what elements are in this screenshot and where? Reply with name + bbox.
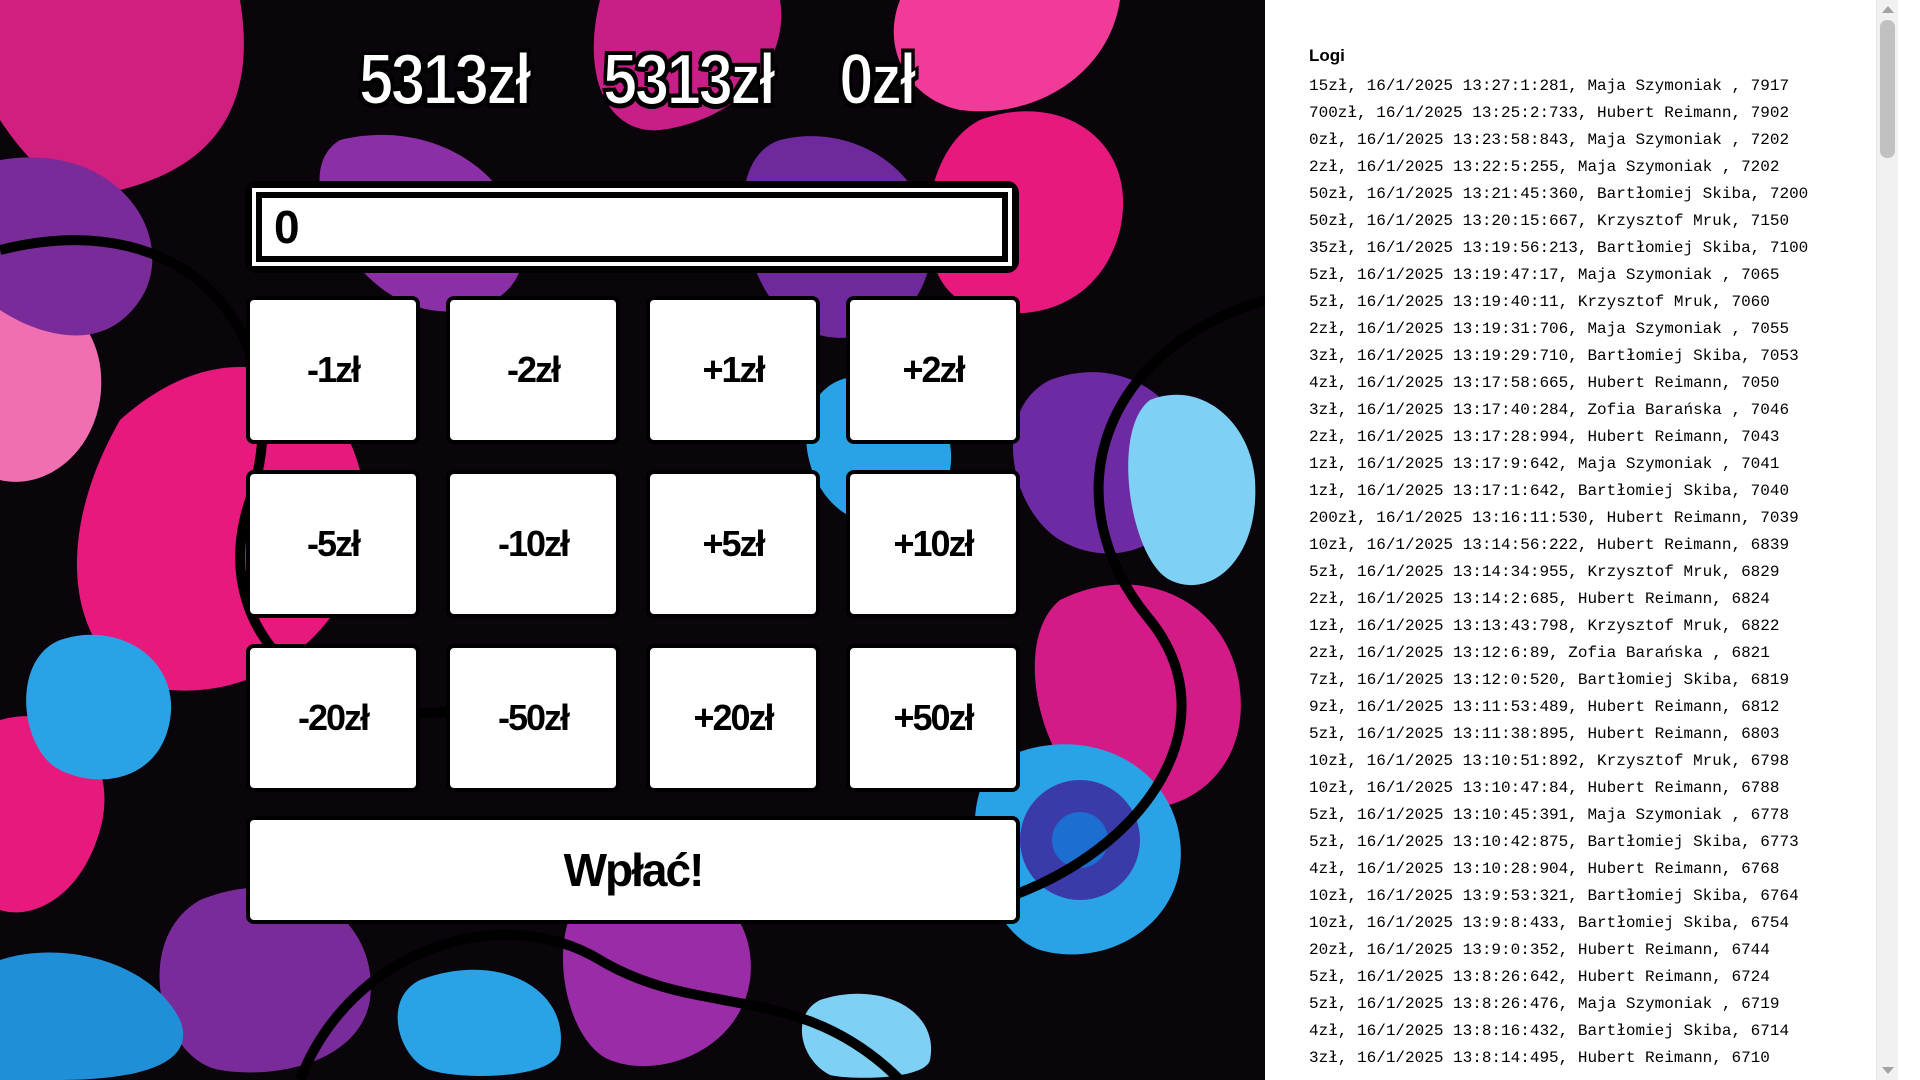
log-entry: 2zł, 16/1/2025 13:17:28:994, Hubert Reim… <box>1309 428 1780 446</box>
minus-20-button[interactable]: -20zł <box>246 644 420 792</box>
log-entry: 2zł, 16/1/2025 13:12:6:89, Zofia Barańsk… <box>1309 644 1770 662</box>
log-entry: 20zł, 16/1/2025 13:9:0:352, Hubert Reima… <box>1309 941 1770 959</box>
log-entry: 5zł, 16/1/2025 13:19:40:11, Krzysztof Mr… <box>1309 293 1770 311</box>
logs-list: 15zł, 16/1/2025 13:27:1:281, Maja Szymon… <box>1309 73 1808 1072</box>
logs-panel: Logi 15zł, 16/1/2025 13:27:1:281, Maja S… <box>1265 0 1898 1080</box>
log-entry: 5zł, 16/1/2025 13:11:38:895, Hubert Reim… <box>1309 725 1780 743</box>
total-balance-3: 0zł <box>838 39 917 121</box>
log-entry: 5zł, 16/1/2025 13:8:26:642, Hubert Reima… <box>1309 968 1770 986</box>
log-entry: 1zł, 16/1/2025 13:17:9:642, Maja Szymoni… <box>1309 455 1780 473</box>
log-entry: 10zł, 16/1/2025 13:10:47:84, Hubert Reim… <box>1309 779 1780 797</box>
log-entry: 5zł, 16/1/2025 13:19:47:17, Maja Szymoni… <box>1309 266 1780 284</box>
total-balance-1: 5313zł <box>358 39 533 121</box>
minus-5-button[interactable]: -5zł <box>246 470 420 618</box>
total-balance-2: 5313zł <box>602 39 777 121</box>
logs-title: Logi <box>1309 46 1345 65</box>
minus-1-button[interactable]: -1zł <box>246 296 420 444</box>
log-entry: 5zł, 16/1/2025 13:10:42:875, Bartłomiej … <box>1309 833 1799 851</box>
minus-2-button[interactable]: -2zł <box>446 296 620 444</box>
log-entry: 5zł, 16/1/2025 13:14:34:955, Krzysztof M… <box>1309 563 1780 581</box>
plus-2-button[interactable]: +2zł <box>846 296 1020 444</box>
log-entry: 10zł, 16/1/2025 13:9:8:433, Bartłomiej S… <box>1309 914 1790 932</box>
log-entry: 3zł, 16/1/2025 13:19:29:710, Bartłomiej … <box>1309 347 1799 365</box>
balance-totals: 5313zł 5313zł 0zł <box>0 39 1265 121</box>
logs-scrollbar[interactable] <box>1876 0 1898 1080</box>
scroll-thumb[interactable] <box>1880 20 1895 158</box>
log-entry: 7zł, 16/1/2025 13:12:0:520, Bartłomiej S… <box>1309 671 1790 689</box>
log-entry: 5zł, 16/1/2025 13:8:26:476, Maja Szymoni… <box>1309 995 1780 1013</box>
log-entry: 4zł, 16/1/2025 13:17:58:665, Hubert Reim… <box>1309 374 1780 392</box>
log-entry: 5zł, 16/1/2025 13:10:45:391, Maja Szymon… <box>1309 806 1790 824</box>
log-entry: 10zł, 16/1/2025 13:9:53:321, Bartłomiej … <box>1309 887 1799 905</box>
plus-20-button[interactable]: +20zł <box>646 644 820 792</box>
plus-1-button[interactable]: +1zł <box>646 296 820 444</box>
log-entry: 1zł, 16/1/2025 13:13:43:798, Krzysztof M… <box>1309 617 1780 635</box>
background-pattern: 5313zł 5313zł 0zł -1zł -2zł +1zł +2zł -5… <box>0 0 1265 1080</box>
scroll-up-arrow-icon[interactable] <box>1882 6 1894 13</box>
minus-50-button[interactable]: -50zł <box>446 644 620 792</box>
log-entry: 3zł, 16/1/2025 13:8:14:495, Hubert Reima… <box>1309 1049 1770 1067</box>
deposit-button[interactable]: Wpłać! <box>246 816 1020 924</box>
log-entry: 35zł, 16/1/2025 13:19:56:213, Bartłomiej… <box>1309 239 1809 257</box>
log-entry: 4zł, 16/1/2025 13:8:16:432, Bartłomiej S… <box>1309 1022 1790 1040</box>
log-entry: 10zł, 16/1/2025 13:14:56:222, Hubert Rei… <box>1309 536 1790 554</box>
log-entry: 50zł, 16/1/2025 13:21:45:360, Bartłomiej… <box>1309 185 1809 203</box>
amount-input[interactable] <box>252 188 1012 266</box>
log-entry: 200zł, 16/1/2025 13:16:11:530, Hubert Re… <box>1309 509 1799 527</box>
plus-50-button[interactable]: +50zł <box>846 644 1020 792</box>
amount-buttons-grid: -1zł -2zł +1zł +2zł -5zł -10zł +5zł +10z… <box>246 296 1020 792</box>
log-entry: 2zł, 16/1/2025 13:22:5:255, Maja Szymoni… <box>1309 158 1780 176</box>
plus-10-button[interactable]: +10zł <box>846 470 1020 618</box>
log-entry: 0zł, 16/1/2025 13:23:58:843, Maja Szymon… <box>1309 131 1790 149</box>
log-entry: 50zł, 16/1/2025 13:20:15:667, Krzysztof … <box>1309 212 1790 230</box>
minus-10-button[interactable]: -10zł <box>446 470 620 618</box>
log-entry: 4zł, 16/1/2025 13:10:28:904, Hubert Reim… <box>1309 860 1780 878</box>
log-entry: 2zł, 16/1/2025 13:19:31:706, Maja Szymon… <box>1309 320 1790 338</box>
plus-5-button[interactable]: +5zł <box>646 470 820 618</box>
log-entry: 10zł, 16/1/2025 13:10:51:892, Krzysztof … <box>1309 752 1790 770</box>
log-entry: 3zł, 16/1/2025 13:17:40:284, Zofia Barań… <box>1309 401 1790 419</box>
log-entry: 9zł, 16/1/2025 13:11:53:489, Hubert Reim… <box>1309 698 1780 716</box>
amount-field-frame <box>245 181 1019 273</box>
log-entry: 2zł, 16/1/2025 13:14:2:685, Hubert Reima… <box>1309 590 1770 608</box>
scroll-down-arrow-icon[interactable] <box>1882 1067 1894 1074</box>
log-entry: 700zł, 16/1/2025 13:25:2:733, Hubert Rei… <box>1309 104 1790 122</box>
log-entry: 1zł, 16/1/2025 13:17:1:642, Bartłomiej S… <box>1309 482 1790 500</box>
log-entry: 15zł, 16/1/2025 13:27:1:281, Maja Szymon… <box>1309 77 1790 95</box>
